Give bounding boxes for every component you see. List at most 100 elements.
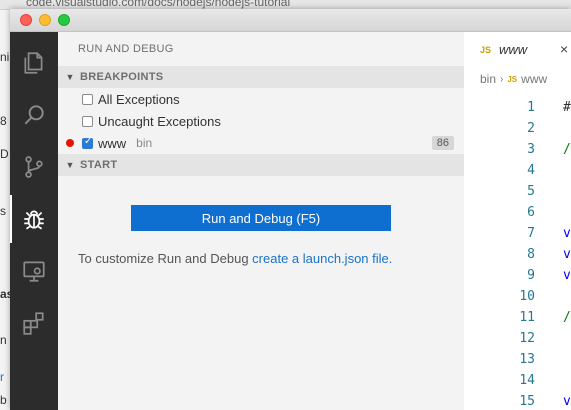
editor-tab-www[interactable]: JS www × (464, 32, 571, 67)
activity-source-control[interactable] (10, 143, 58, 191)
minimize-window-button[interactable] (39, 14, 51, 26)
close-tab-icon[interactable]: × (560, 41, 568, 57)
tab-label: www (499, 42, 528, 57)
background-url: code.visualstudio.com/docs/nodejs/nodejs… (26, 0, 291, 9)
debug-icon (24, 210, 44, 230)
line-number: 1 (527, 100, 535, 115)
line-number: 15 (519, 394, 535, 409)
breakpoint-label: All Exceptions (98, 91, 180, 107)
breadcrumb-folder[interactable]: bin (480, 72, 496, 86)
code-text: /** (563, 310, 571, 325)
line-number: 5 (527, 184, 535, 199)
vscode-window: RUN AND DEBUG ▼ BREAKPOINTS All Exceptio… (10, 9, 571, 410)
background-link: r (0, 370, 4, 384)
breakpoints-section-header[interactable]: ▼ BREAKPOINTS (58, 66, 464, 88)
start-section-header[interactable]: ▼ START (58, 154, 464, 176)
chevron-down-icon: ▼ (65, 72, 75, 82)
line-number: 4 (527, 163, 535, 178)
activity-remote-explorer[interactable] (10, 247, 58, 295)
extensions-icon (23, 312, 44, 335)
activity-run-debug[interactable] (10, 195, 58, 243)
code-line[interactable]: 15 var (464, 391, 571, 410)
javascript-file-icon: JS (507, 74, 518, 84)
breadcrumb-file[interactable]: www (521, 72, 547, 86)
activity-extensions[interactable] (10, 299, 58, 347)
breakpoints-section-label: BREAKPOINTS (80, 71, 164, 83)
line-number: 9 (527, 268, 535, 283)
code-line[interactable]: 4 * M (464, 160, 571, 181)
code-text: * M (563, 160, 571, 181)
line-number: 11 (519, 310, 535, 325)
code-line[interactable]: 13 */ (464, 349, 571, 370)
breakpoint-dot-icon (66, 139, 74, 147)
code-text: */ (563, 181, 571, 202)
search-icon (24, 105, 44, 125)
code-text: #!/u (563, 100, 571, 115)
code-text: var (563, 268, 571, 283)
run-and-debug-button[interactable]: Run and Debug (F5) (131, 205, 391, 231)
javascript-file-icon: JS (480, 44, 492, 55)
chevron-down-icon: ▼ (65, 160, 75, 170)
activity-bar (10, 32, 58, 410)
maximize-window-button[interactable] (58, 14, 70, 26)
code-line[interactable]: 10 (464, 286, 571, 307)
activity-explorer[interactable] (10, 39, 58, 87)
code-text: /** (563, 142, 571, 157)
code-line[interactable]: 12 * G (464, 328, 571, 349)
code-text: var (563, 247, 571, 262)
code-text: var (563, 394, 571, 409)
code-line[interactable]: 14 (464, 370, 571, 391)
background-text: n (0, 333, 7, 347)
code-text: */ (563, 349, 571, 370)
run-debug-sidebar: RUN AND DEBUG ▼ BREAKPOINTS All Exceptio… (58, 32, 464, 410)
line-number: 12 (519, 331, 535, 346)
breakpoint-all-exceptions[interactable]: All Exceptions (58, 88, 464, 110)
background-text: b (0, 393, 7, 407)
code-text: * G (563, 328, 571, 349)
close-window-button[interactable] (20, 14, 32, 26)
editor-area: JS www × bin › JS www 1#!/u23/**4 * M5 *… (464, 32, 571, 410)
line-number: 3 (527, 142, 535, 157)
code-line[interactable]: 6 (464, 202, 571, 223)
breakpoint-label: www (98, 135, 127, 151)
code-line[interactable]: 3 /** (464, 139, 571, 160)
source-control-icon (25, 156, 43, 178)
all-exceptions-checkbox[interactable] (82, 93, 93, 105)
code-line[interactable]: 2 (464, 118, 571, 139)
line-number: 7 (527, 226, 535, 241)
breakpoint-label: Uncaught Exceptions (98, 113, 221, 129)
line-number: 6 (527, 205, 535, 220)
breakpoint-uncaught-exceptions[interactable]: Uncaught Exceptions (58, 110, 464, 132)
customize-hint: To customize Run and Debug create a laun… (78, 251, 392, 266)
code-text: var (563, 226, 571, 241)
code-line[interactable]: 8 var (464, 244, 571, 265)
remote-explorer-icon (23, 261, 45, 282)
breakpoint-www[interactable]: www bin 86 (58, 132, 464, 154)
activity-search[interactable] (10, 91, 58, 139)
breakpoint-file: bin (136, 136, 153, 150)
background-text: 8 (0, 114, 7, 128)
code-line[interactable]: 1 #!/u (464, 97, 571, 118)
code-line[interactable]: 11 /** (464, 307, 571, 328)
create-launch-json-link[interactable]: create a launch.json file. (252, 251, 392, 266)
explorer-icon (24, 52, 43, 74)
start-section-label: START (80, 159, 118, 171)
code-line[interactable]: 9 var (464, 265, 571, 286)
uncaught-exceptions-checkbox[interactable] (82, 115, 93, 127)
code-line[interactable]: 5 */ (464, 181, 571, 202)
line-number: 2 (527, 121, 535, 136)
breadcrumb: bin › JS www (464, 68, 571, 90)
line-number: 8 (527, 247, 535, 262)
breakpoint-line-badge: 86 (431, 136, 454, 150)
line-number: 13 (519, 352, 535, 367)
title-bar (10, 9, 571, 32)
chevron-right-icon: › (500, 73, 504, 85)
www-breakpoint-checkbox[interactable] (82, 136, 93, 149)
sidebar-title: RUN AND DEBUG (78, 43, 174, 55)
line-number: 10 (519, 289, 535, 304)
background-text: D (0, 147, 9, 161)
code-line[interactable]: 7 var (464, 223, 571, 244)
background-text: s (0, 204, 6, 218)
line-number: 14 (519, 373, 535, 388)
hint-text: To customize Run and Debug (78, 251, 249, 266)
